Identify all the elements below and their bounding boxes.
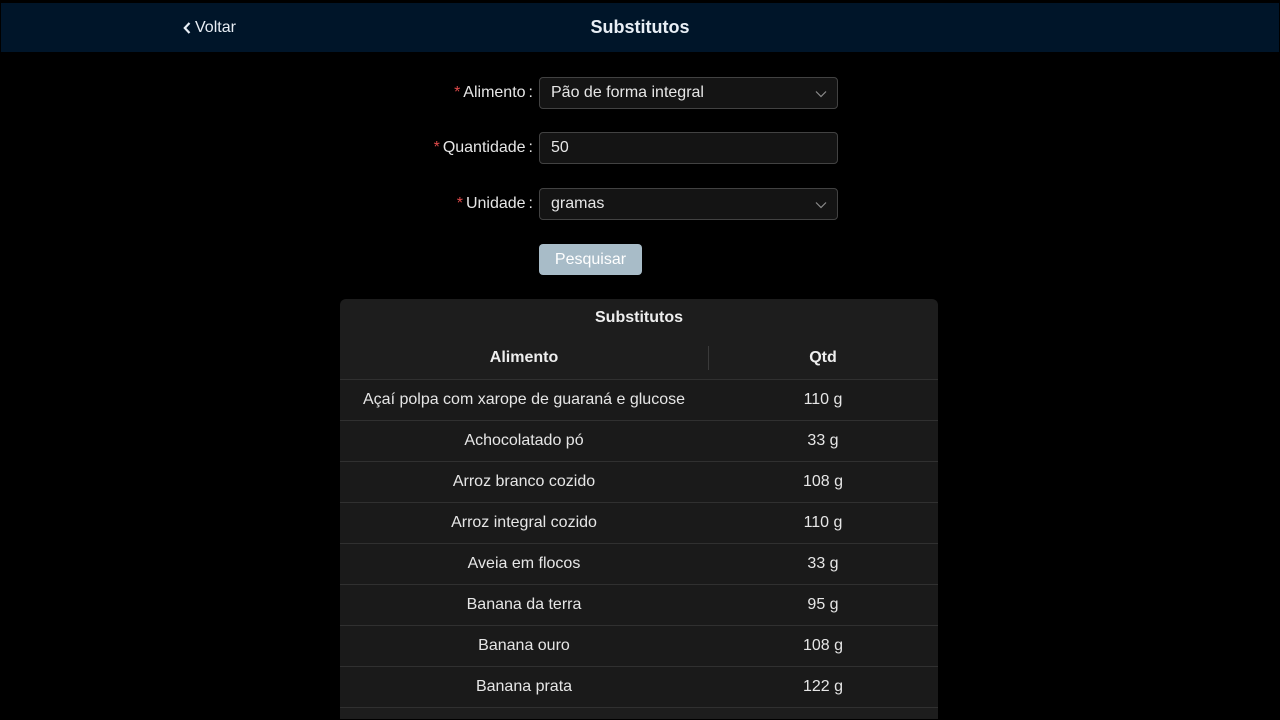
quantidade-label-text: Quantidade (442, 139, 526, 156)
table-row[interactable]: Banana da terra 95 g (340, 585, 938, 626)
alimento-label-text: Alimento (463, 84, 526, 101)
cell-alimento: Arroz integral cozido (451, 514, 597, 531)
cell-alimento: Banana prata (475, 678, 573, 695)
alimento-select-value: Pão de forma integral (551, 84, 704, 101)
table-body: Açaí polpa com xarope de guaraná e gluco… (340, 380, 938, 708)
required-mark: * (456, 195, 463, 212)
table-row[interactable]: Achocolatado pó 33 g (340, 421, 938, 462)
cell-alimento: Achocolatado pó (464, 432, 584, 449)
chevron-down-icon (815, 87, 827, 105)
chevron-down-icon (815, 198, 827, 216)
table-row[interactable]: Aveia em flocos 33 g (340, 544, 938, 585)
cell-alimento: Aveia em flocos (467, 555, 581, 572)
quantidade-label: * Quantidade : (434, 132, 533, 164)
unidade-label-text: Unidade (465, 195, 526, 212)
cell-alimento: Arroz branco cozido (452, 473, 596, 490)
table-row[interactable]: Banana prata 122 g (340, 667, 938, 708)
required-mark: * (454, 84, 461, 101)
cell-qtd: 33 g (807, 555, 839, 572)
quantidade-row: * Quantidade : (1, 132, 1279, 164)
unidade-select[interactable]: gramas (539, 188, 838, 220)
column-header-alimento[interactable]: Alimento (340, 336, 708, 379)
table-row[interactable]: Arroz branco cozido 108 g (340, 462, 938, 503)
label-colon: : (528, 195, 533, 212)
required-mark: * (433, 139, 440, 156)
page-title: Substitutos (590, 17, 690, 37)
cell-qtd: 95 g (807, 596, 839, 613)
app-frame: Voltar Substitutos * Alimento : Pão de f… (1, 3, 1279, 719)
cell-qtd: 122 g (802, 678, 844, 695)
column-header-qtd[interactable]: Qtd (708, 336, 938, 379)
table-title: Substitutos (595, 309, 683, 326)
cell-qtd: 108 g (802, 473, 844, 490)
quantidade-field-wrapper (539, 132, 838, 164)
alimento-select[interactable]: Pão de forma integral (539, 77, 838, 109)
top-bar: Voltar Substitutos (1, 3, 1279, 52)
substitutes-table: Substitutos Alimento Qtd Açaí polpa com … (340, 299, 938, 719)
cell-alimento: Banana da terra (466, 596, 582, 613)
search-button[interactable]: Pesquisar (539, 244, 642, 275)
alimento-label: * Alimento : (454, 77, 533, 109)
unidade-row: * Unidade : gramas (1, 188, 1279, 220)
unidade-select-value: gramas (551, 195, 605, 212)
label-colon: : (528, 84, 533, 101)
cell-qtd: 108 g (802, 637, 844, 654)
cell-qtd: 110 g (803, 391, 843, 408)
label-colon: : (528, 139, 533, 156)
table-row[interactable]: Açaí polpa com xarope de guaraná e gluco… (340, 380, 938, 421)
table-row[interactable]: Arroz integral cozido 110 g (340, 503, 938, 544)
cell-qtd: 110 g (803, 514, 843, 531)
table-header: Alimento Qtd (340, 336, 938, 380)
unidade-label: * Unidade : (457, 188, 533, 220)
cell-qtd: 33 g (807, 432, 839, 449)
table-row[interactable]: Banana ouro 108 g (340, 626, 938, 667)
quantidade-input[interactable] (551, 139, 826, 157)
alimento-row: * Alimento : Pão de forma integral (1, 77, 1279, 109)
cell-alimento: Banana ouro (478, 637, 570, 654)
cell-alimento: Açaí polpa com xarope de guaraná e gluco… (363, 391, 685, 408)
column-divider (708, 346, 709, 370)
